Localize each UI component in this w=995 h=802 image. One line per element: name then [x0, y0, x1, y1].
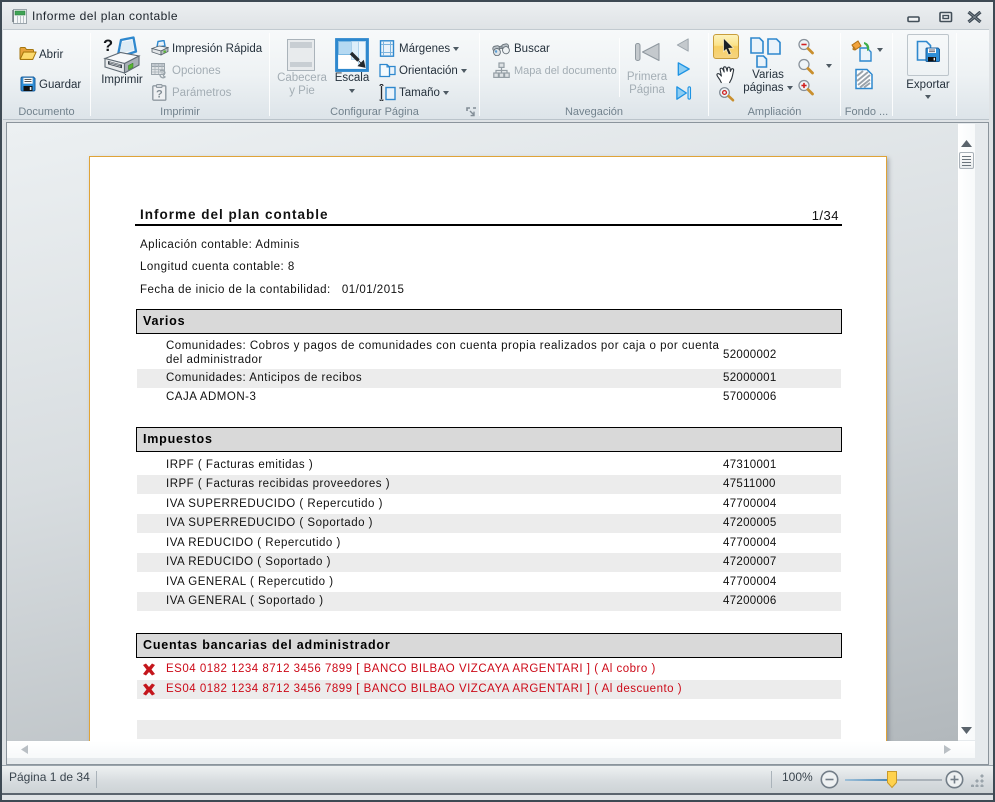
svg-text:?: ?: [156, 89, 163, 101]
svg-text:?: ?: [103, 37, 113, 55]
